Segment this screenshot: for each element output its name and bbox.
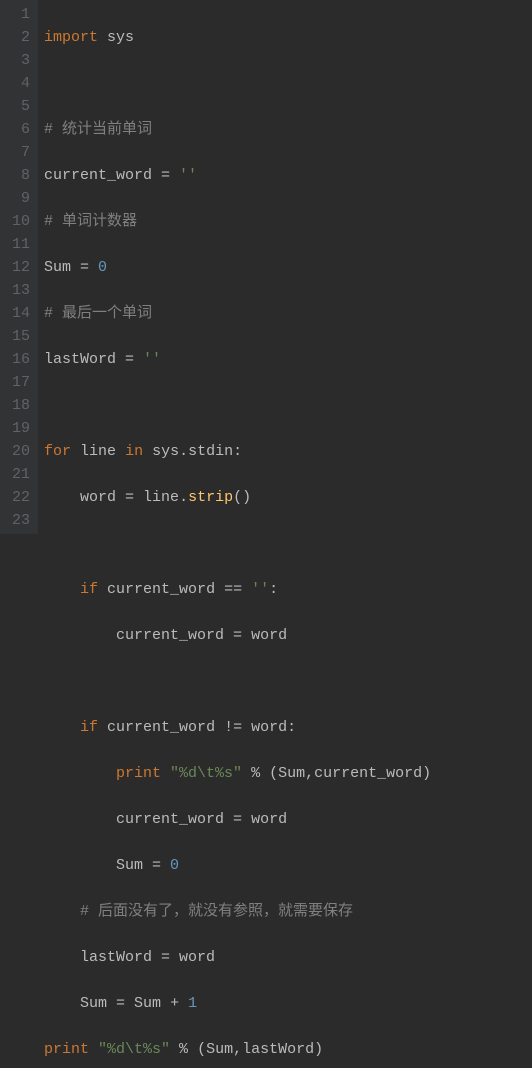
- code-line: print "%d\t%s" % (Sum,current_word): [44, 762, 431, 785]
- code-line: lastWord = word: [44, 946, 431, 969]
- line-number: 1: [0, 3, 30, 26]
- code-line: print "%d\t%s" % (Sum,lastWord): [44, 1038, 431, 1061]
- line-number: 3: [0, 49, 30, 72]
- line-number: 18: [0, 394, 30, 417]
- comment: # 统计当前单词: [44, 121, 152, 138]
- line-number: 2: [0, 26, 30, 49]
- code-line: for line in sys.stdin:: [44, 440, 431, 463]
- code-line: if current_word == '':: [44, 578, 431, 601]
- comment: # 最后一个单词: [44, 305, 152, 322]
- line-number: 19: [0, 417, 30, 440]
- code-line: current_word = '': [44, 164, 431, 187]
- line-number: 16: [0, 348, 30, 371]
- line-number: 9: [0, 187, 30, 210]
- line-number: 10: [0, 210, 30, 233]
- code-line: word = line.strip(): [44, 486, 431, 509]
- code-line: # 单词计数器: [44, 210, 431, 233]
- code-line: [44, 670, 431, 693]
- code-line: Sum = 0: [44, 256, 431, 279]
- code-line: Sum = 0: [44, 854, 431, 877]
- line-number: 14: [0, 302, 30, 325]
- comment: # 单词计数器: [44, 213, 137, 230]
- line-number: 17: [0, 371, 30, 394]
- code-line: # 最后一个单词: [44, 302, 431, 325]
- line-number: 12: [0, 256, 30, 279]
- module: sys: [107, 29, 134, 46]
- line-number: 21: [0, 463, 30, 486]
- code-line: if current_word != word:: [44, 716, 431, 739]
- line-number: 13: [0, 279, 30, 302]
- code-line: current_word = word: [44, 808, 431, 831]
- code-line: lastWord = '': [44, 348, 431, 371]
- line-number: 8: [0, 164, 30, 187]
- code-line: [44, 394, 431, 417]
- code-line: [44, 532, 431, 555]
- line-number: 6: [0, 118, 30, 141]
- code-line: [44, 72, 431, 95]
- line-number: 22: [0, 486, 30, 509]
- code-editor[interactable]: import sys # 统计当前单词 current_word = '' # …: [38, 0, 431, 534]
- code-line: Sum = Sum + 1: [44, 992, 431, 1015]
- line-number: 7: [0, 141, 30, 164]
- comment: # 后面没有了，就没有参照，就需要保存: [80, 903, 353, 920]
- code-line: import sys: [44, 26, 431, 49]
- line-number-gutter: 1234567891011121314151617181920212223: [0, 0, 38, 534]
- line-number: 15: [0, 325, 30, 348]
- line-number: 23: [0, 509, 30, 532]
- code-line: current_word = word: [44, 624, 431, 647]
- line-number: 20: [0, 440, 30, 463]
- line-number: 11: [0, 233, 30, 256]
- line-number: 4: [0, 72, 30, 95]
- keyword: import: [44, 29, 98, 46]
- code-line: # 后面没有了，就没有参照，就需要保存: [44, 900, 431, 923]
- code-line: # 统计当前单词: [44, 118, 431, 141]
- line-number: 5: [0, 95, 30, 118]
